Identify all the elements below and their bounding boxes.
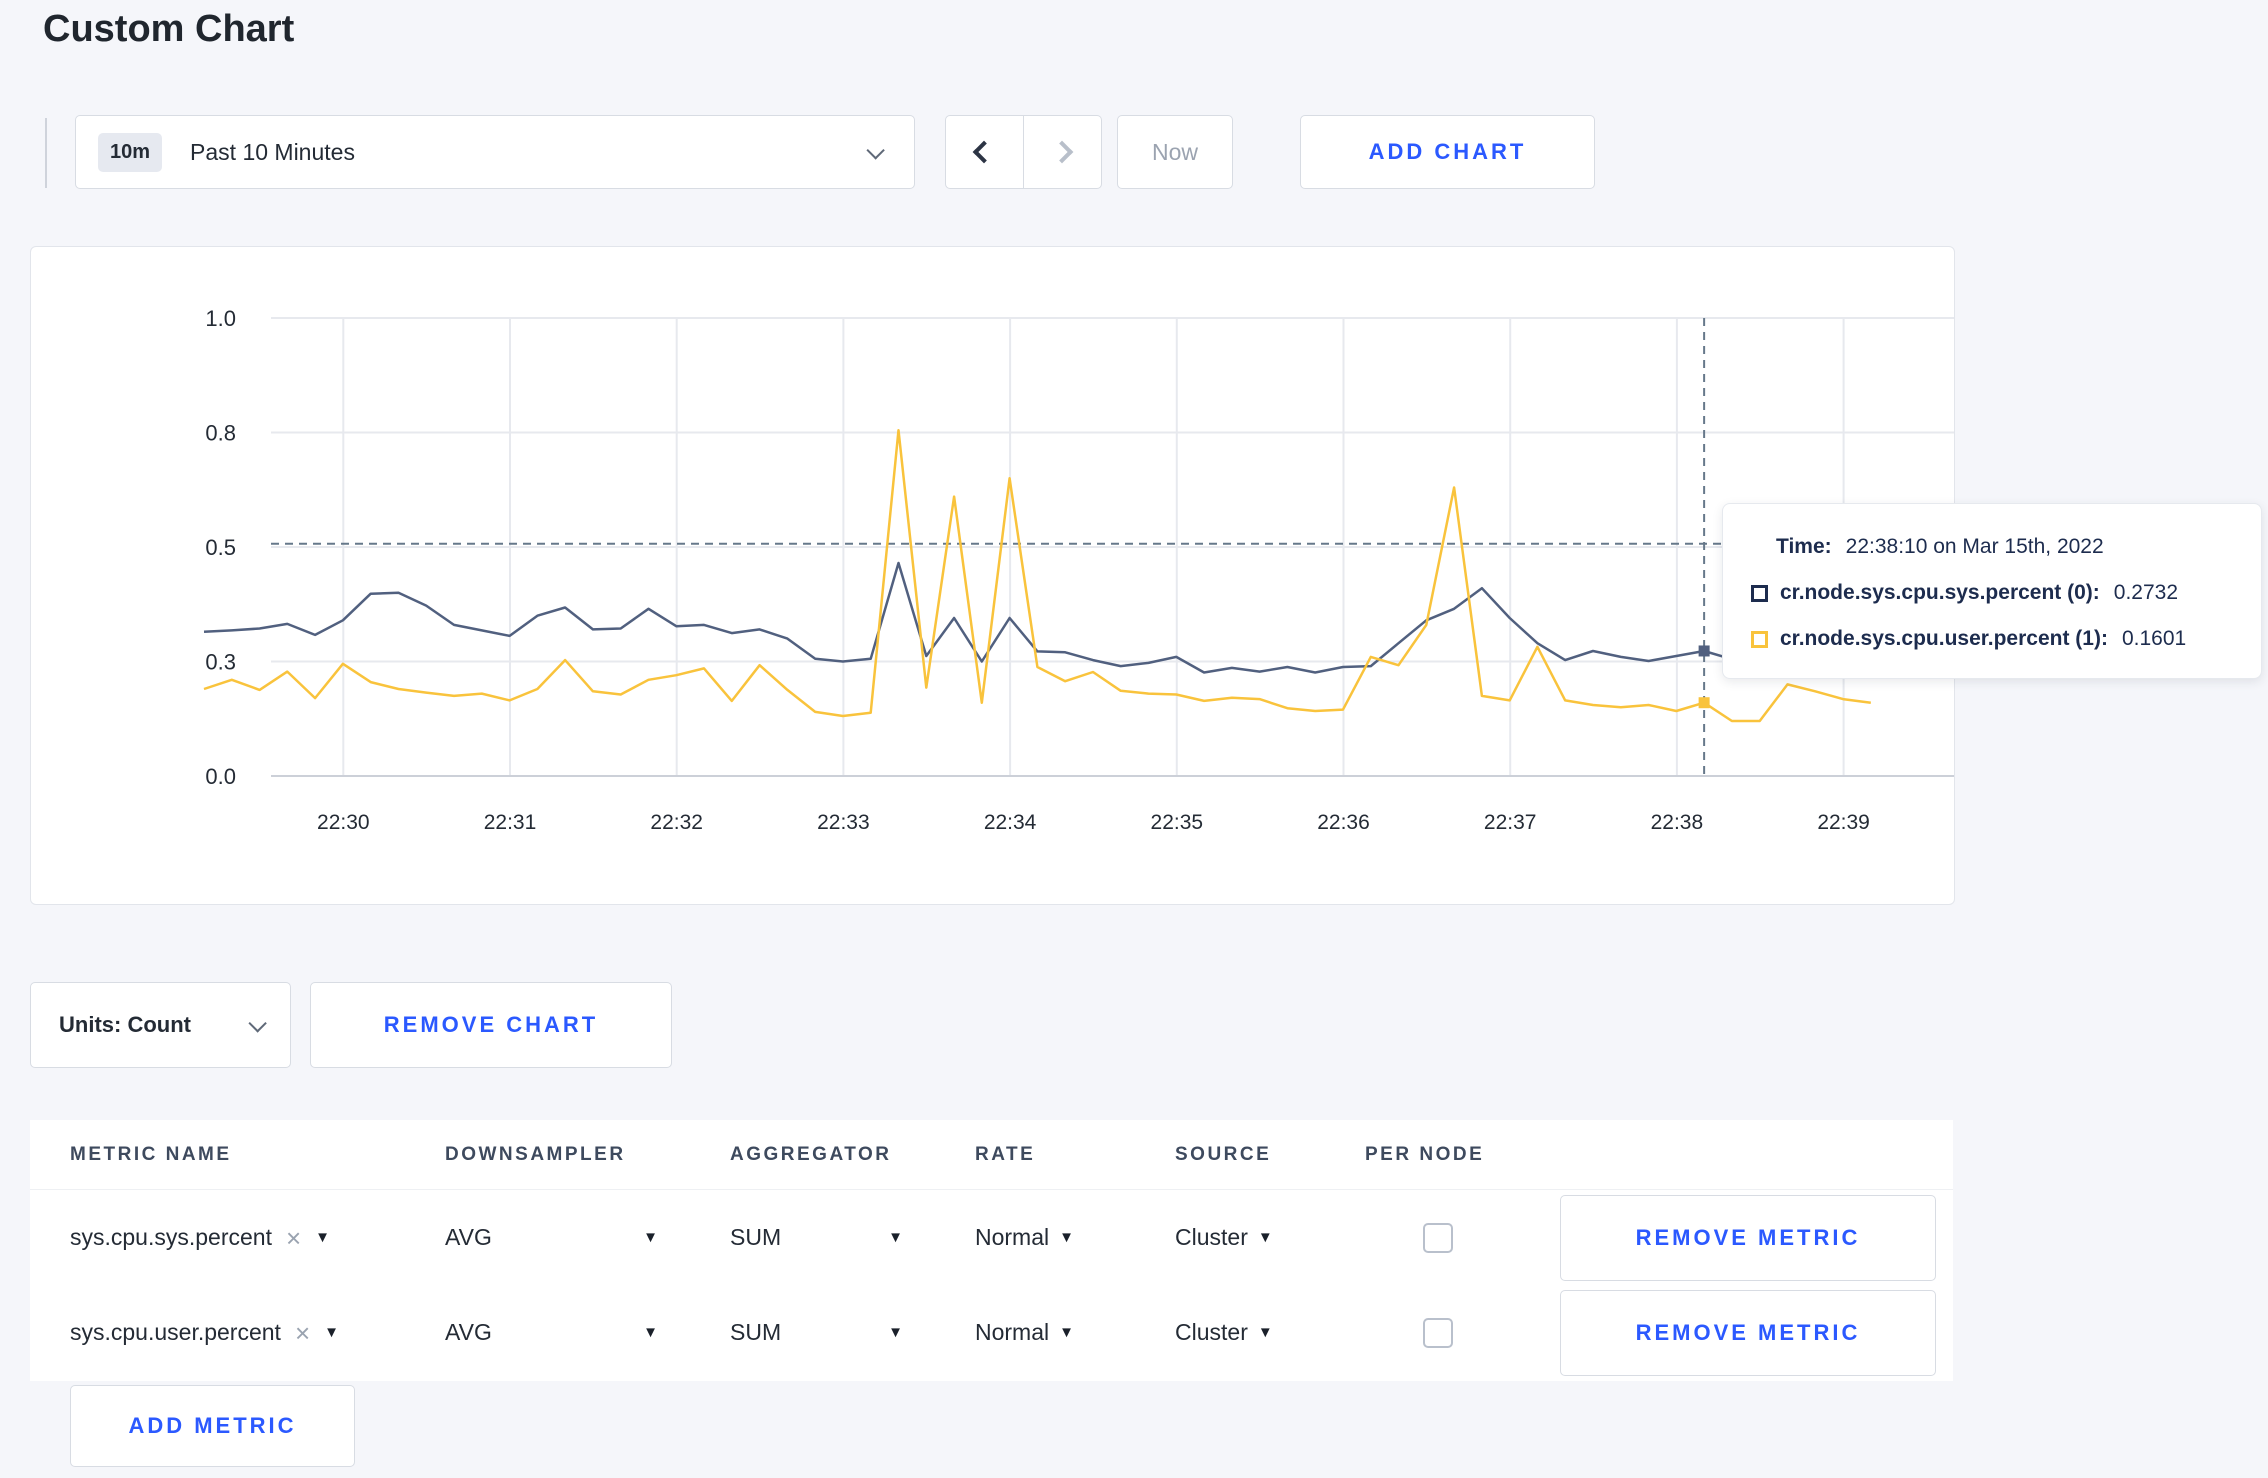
metrics-table-header: METRIC NAME DOWNSAMPLER AGGREGATOR RATE … [30,1120,1953,1190]
tooltip-time-value: 22:38:10 on Mar 15th, 2022 [1845,535,2104,558]
svg-text:0.8: 0.8 [205,421,236,446]
time-window-nav [945,115,1102,189]
chart-hover-tooltip: Time: 22:38:10 on Mar 15th, 2022 cr.node… [1722,503,2262,679]
metric-name-value: sys.cpu.sys.percent [70,1224,272,1250]
toolbar-left-divider [45,118,47,188]
tooltip-series-label: cr.node.sys.cpu.sys.percent (0): [1780,581,2100,604]
downsampler-value: AVG [445,1224,492,1250]
now-button[interactable]: Now [1117,115,1233,189]
series-sys-swatch-icon [1751,584,1768,602]
svg-text:0.5: 0.5 [205,535,236,560]
per-node-checkbox[interactable] [1423,1222,1453,1253]
rate-select[interactable]: Normal ▼ [975,1224,1175,1251]
metric-name-select[interactable]: sys.cpu.user.percent × ▼ [70,1319,445,1346]
aggregator-select[interactable]: SUM ▼ [730,1319,975,1346]
chevron-down-icon [248,1013,267,1033]
tooltip-time-label: Time: [1776,535,1832,558]
svg-text:22:37: 22:37 [1484,811,1537,834]
remove-metric-button[interactable]: REMOVE METRIC [1560,1194,1936,1281]
page-title: Custom Chart [43,8,295,50]
caret-down-icon: ▼ [888,1229,903,1246]
tooltip-series-row: cr.node.sys.cpu.user.percent (1): 0.1601 [1751,616,2261,662]
col-header-source: SOURCE [1175,1143,1272,1165]
rate-value: Normal [975,1224,1050,1250]
caret-down-icon: ▼ [643,1229,658,1246]
caret-down-icon: ▼ [1257,1229,1273,1246]
table-row: sys.cpu.sys.percent × ▼ AVG ▼ SUM ▼ Norm… [30,1190,1953,1285]
chevron-down-icon [866,140,885,160]
col-header-aggregator: AGGREGATOR [730,1143,892,1165]
rate-value: Normal [975,1319,1050,1345]
chart-card: 22:30 22:31 22:32 22:33 22:34 22:35 22:36 22:37… [30,246,1955,905]
svg-text:22:35: 22:35 [1151,811,1204,834]
metric-name-select[interactable]: sys.cpu.sys.percent × ▼ [70,1224,445,1251]
downsampler-value: AVG [445,1319,492,1345]
tooltip-series-label: cr.node.sys.cpu.user.percent (1): [1780,627,2108,650]
remove-metric-button[interactable]: REMOVE METRIC [1560,1289,1936,1376]
svg-text:1.0: 1.0 [205,306,236,331]
svg-text:22:39: 22:39 [1817,811,1870,834]
caret-down-icon: ▼ [1257,1324,1273,1341]
source-select[interactable]: Cluster ▼ [1175,1319,1365,1346]
time-range-label: Past 10 Minutes [190,138,355,165]
aggregator-value: SUM [730,1224,782,1250]
tooltip-time-row: Time: 22:38:10 on Mar 15th, 2022 [1751,524,2261,570]
downsampler-select[interactable]: AVG ▼ [445,1319,730,1346]
source-value: Cluster [1175,1319,1248,1345]
clear-metric-icon[interactable]: × [295,1320,310,1346]
clear-metric-icon[interactable]: × [286,1225,301,1251]
svg-text:0.3: 0.3 [205,650,236,675]
svg-text:0.0: 0.0 [205,764,236,789]
caret-down-icon: ▼ [315,1229,331,1246]
tooltip-series-value: 0.2732 [2113,581,2179,604]
source-value: Cluster [1175,1224,1248,1250]
caret-down-icon: ▼ [643,1324,658,1341]
prev-time-button[interactable] [945,115,1024,189]
per-node-checkbox[interactable] [1423,1317,1453,1348]
col-header-metric-name: METRIC NAME [70,1143,232,1165]
svg-text:22:36: 22:36 [1317,811,1370,834]
time-range-badge: 10m [98,132,163,172]
time-range-selector[interactable]: 10m Past 10 Minutes [75,115,915,189]
svg-text:22:32: 22:32 [650,811,703,834]
add-metric-button[interactable]: ADD METRIC [70,1385,355,1467]
col-header-downsampler: DOWNSAMPLER [445,1143,626,1165]
rate-select[interactable]: Normal ▼ [975,1319,1175,1346]
metrics-table: METRIC NAME DOWNSAMPLER AGGREGATOR RATE … [30,1120,1953,1381]
caret-down-icon: ▼ [888,1324,903,1341]
source-select[interactable]: Cluster ▼ [1175,1224,1365,1251]
svg-text:22:38: 22:38 [1651,811,1704,834]
remove-chart-button[interactable]: REMOVE CHART [310,982,672,1068]
tooltip-series-value: 0.1601 [2121,627,2187,650]
svg-text:22:33: 22:33 [817,811,870,834]
add-chart-button[interactable]: ADD CHART [1300,115,1595,189]
table-row: sys.cpu.user.percent × ▼ AVG ▼ SUM ▼ Nor… [30,1285,1953,1380]
col-header-rate: RATE [975,1143,1036,1165]
units-label: Units: Count [59,1012,191,1037]
col-header-per-node: PER NODE [1365,1143,1485,1165]
next-time-button[interactable] [1023,115,1102,189]
units-selector[interactable]: Units: Count [30,982,291,1068]
svg-text:22:30: 22:30 [317,811,370,834]
tooltip-series-row: cr.node.sys.cpu.sys.percent (0): 0.2732 [1751,570,2261,616]
svg-text:22:31: 22:31 [484,811,537,834]
svg-text:22:34: 22:34 [984,811,1037,834]
chevron-left-icon [972,140,996,164]
series-user-swatch-icon [1751,630,1768,648]
chevron-right-icon [1050,140,1074,164]
aggregator-value: SUM [730,1319,782,1345]
caret-down-icon: ▼ [324,1324,339,1341]
caret-down-icon: ▼ [1059,1229,1074,1246]
chart-svg[interactable]: 22:30 22:31 22:32 22:33 22:34 22:35 22:36 22:37… [31,247,1956,906]
caret-down-icon: ▼ [1059,1324,1074,1341]
aggregator-select[interactable]: SUM ▼ [730,1224,975,1251]
downsampler-select[interactable]: AVG ▼ [445,1224,730,1251]
metric-name-value: sys.cpu.user.percent [70,1319,281,1345]
